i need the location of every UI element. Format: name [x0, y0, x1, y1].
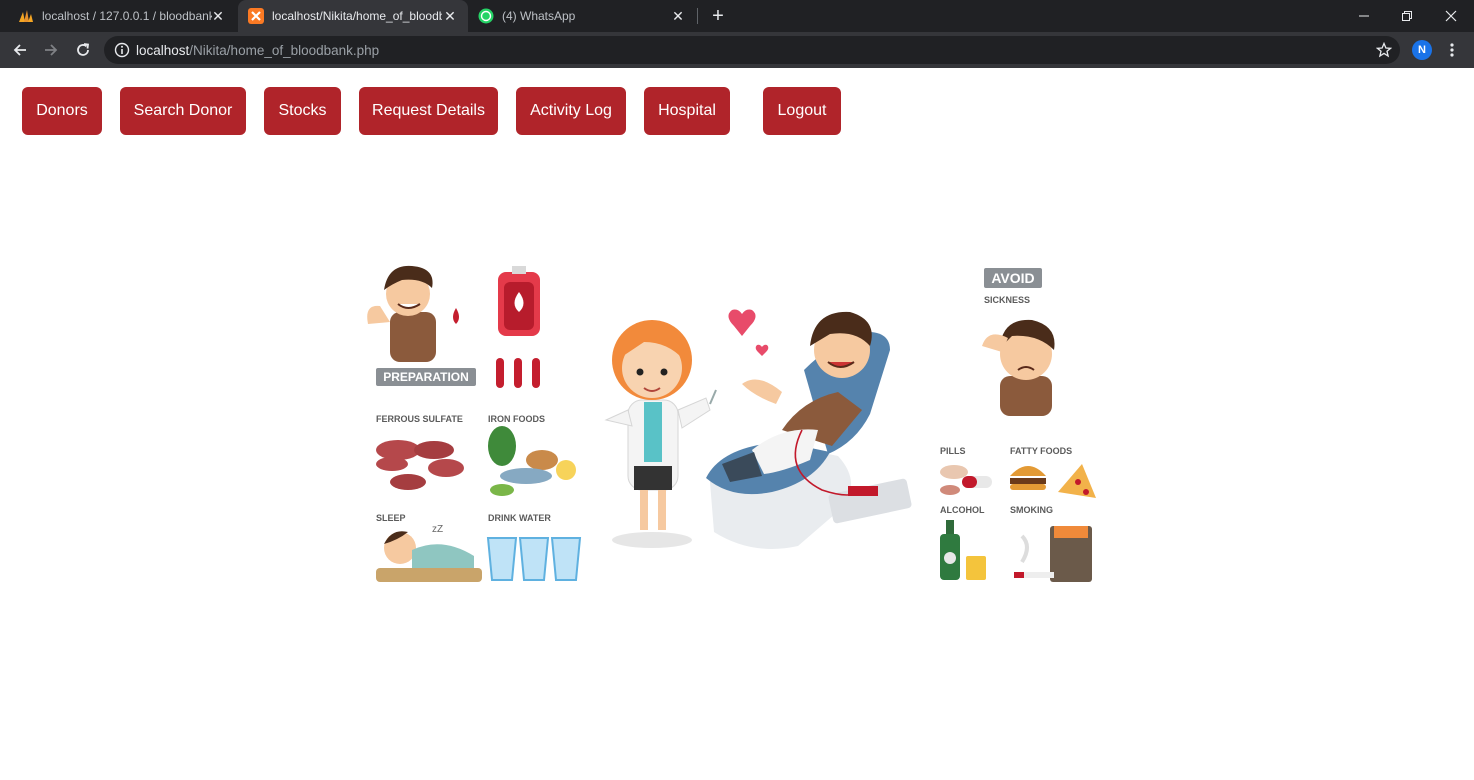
- logout-button[interactable]: Logout: [763, 87, 841, 135]
- iron-foods-label: IRON FOODS: [488, 414, 545, 424]
- search-donor-button[interactable]: Search Donor: [120, 87, 246, 135]
- reload-button[interactable]: [71, 38, 95, 62]
- stocks-button[interactable]: Stocks: [264, 87, 341, 135]
- close-icon[interactable]: ✕: [442, 8, 458, 24]
- alcohol-label: ALCOHOL: [940, 505, 985, 515]
- star-icon: [1376, 42, 1392, 58]
- preparation-label: PREPARATION: [383, 370, 469, 384]
- donors-button[interactable]: Donors: [22, 87, 102, 135]
- water-glasses-icon: [486, 537, 582, 581]
- blood-donation-illustration: PREPARATION FERROUS SULFATE IRON FOODS S…: [367, 265, 1096, 582]
- heart-icon: [728, 309, 756, 336]
- url-host: localhost: [136, 43, 190, 58]
- address-bar[interactable]: localhost/Nikita/home_of_bloodbank.php: [104, 36, 1400, 64]
- arrow-right-icon: [45, 44, 58, 56]
- phpmyadmin-icon: [19, 10, 33, 22]
- ferrous-sulfate-pills-icon: [376, 440, 464, 490]
- forward-button[interactable]: [39, 38, 63, 62]
- back-button[interactable]: [8, 38, 32, 62]
- xampp-icon: [248, 8, 264, 24]
- close-icon: [1445, 10, 1457, 22]
- sleep-label: SLEEP: [376, 513, 406, 523]
- burger-icon: [1010, 466, 1046, 490]
- more-vert-icon: [1450, 43, 1454, 57]
- browser-tab-bar: localhost / 127.0.0.1 / bloodbank ✕ loca…: [0, 0, 1474, 32]
- request-details-button[interactable]: Request Details: [359, 87, 498, 135]
- url-path: /Nikita/home_of_bloodbank.php: [189, 43, 380, 58]
- smoking-label: SMOKING: [1010, 505, 1053, 515]
- preparation-boy-figure: [367, 265, 459, 362]
- close-icon[interactable]: ✕: [670, 8, 686, 24]
- minimize-button[interactable]: [1341, 0, 1387, 32]
- arrow-left-icon: [13, 44, 26, 56]
- pills-icon: [940, 465, 992, 495]
- nurse-figure: [604, 320, 717, 548]
- url-text[interactable]: localhost/Nikita/home_of_bloodbank.php: [136, 43, 379, 58]
- blood-bag-icon: [498, 266, 540, 336]
- browser-toolbar: localhost/Nikita/home_of_bloodbank.php N: [0, 32, 1474, 68]
- restore-icon: [1402, 11, 1412, 21]
- heart-icon: [755, 344, 769, 356]
- pills-label: PILLS: [940, 446, 966, 456]
- cigarettes-icon: [1014, 526, 1092, 582]
- activity-log-button[interactable]: Activity Log: [516, 87, 626, 135]
- alcohol-icon: [940, 520, 986, 580]
- whatsapp-icon: [478, 8, 494, 24]
- tab-phpmyadmin[interactable]: localhost / 127.0.0.1 / bloodbank ✕: [8, 0, 236, 32]
- sleeping-boy-icon: zZ: [376, 524, 482, 582]
- new-tab-button[interactable]: +: [706, 4, 730, 28]
- profile-avatar[interactable]: N: [1412, 40, 1432, 60]
- bookmark-button[interactable]: [1374, 38, 1394, 62]
- ferrous-sulfate-label: FERROUS SULFATE: [376, 414, 463, 424]
- iron-foods-icon: [488, 426, 576, 496]
- restore-button[interactable]: [1384, 0, 1430, 32]
- reload-icon: [77, 43, 90, 56]
- minimize-icon: [1359, 15, 1369, 17]
- tab-title: (4) WhatsApp: [502, 9, 576, 23]
- tab-whatsapp[interactable]: (4) WhatsApp ✕: [468, 0, 696, 32]
- sick-boy-figure: [982, 319, 1055, 416]
- drink-water-label: DRINK WATER: [488, 513, 551, 523]
- close-icon[interactable]: ✕: [210, 8, 226, 24]
- menu-button[interactable]: [1444, 40, 1460, 60]
- info-icon[interactable]: [114, 42, 130, 58]
- sickness-label: SICKNESS: [984, 295, 1030, 305]
- tab-home-of-bloodbank[interactable]: localhost/Nikita/home_of_bloodbank.php ✕: [238, 0, 468, 32]
- hospital-button[interactable]: Hospital: [644, 87, 730, 135]
- tab-separator: [697, 8, 698, 24]
- avoid-label: AVOID: [991, 270, 1034, 286]
- tab-title: localhost / 127.0.0.1 / bloodbank: [42, 9, 212, 23]
- pizza-icon: [1058, 464, 1096, 498]
- fatty-foods-label: FATTY FOODS: [1010, 446, 1072, 456]
- test-tubes-icon: [496, 358, 540, 388]
- donor-in-chair-figure: [706, 311, 912, 549]
- tab-title: localhost/Nikita/home_of_bloodbank.php: [272, 9, 442, 23]
- zzz-icon: zZ: [432, 524, 443, 535]
- close-window-button[interactable]: [1428, 0, 1474, 32]
